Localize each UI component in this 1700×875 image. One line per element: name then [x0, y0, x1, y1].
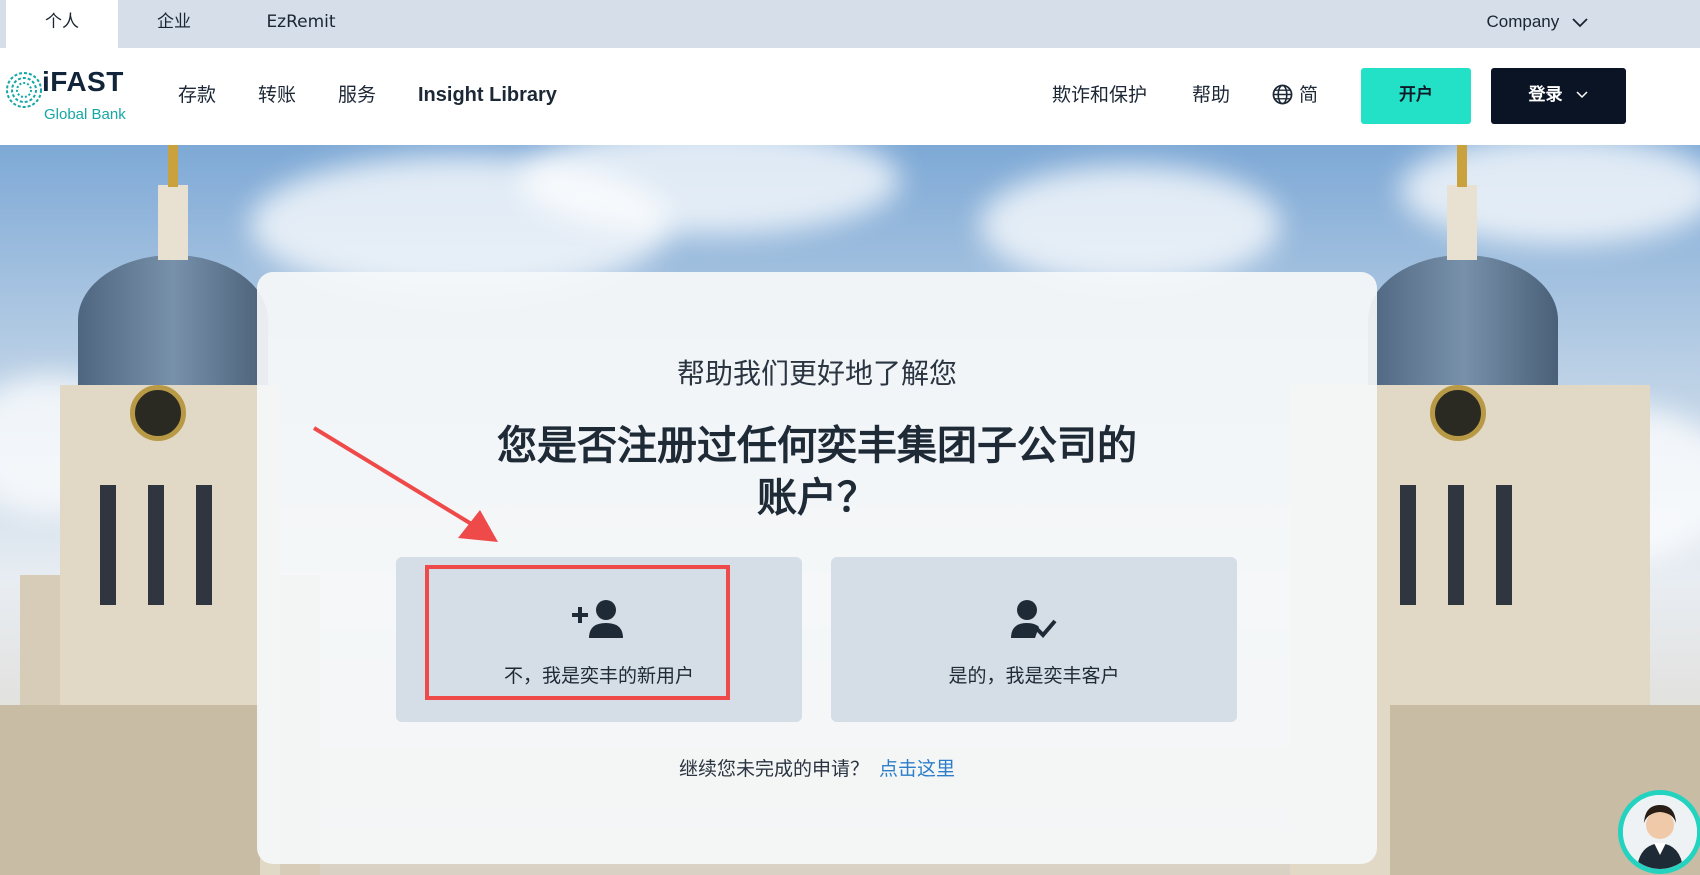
nav-deposit[interactable]: 存款: [178, 80, 216, 110]
ifast-logo[interactable]: iFAST Global Bank: [4, 58, 149, 134]
user-check-icon: [1011, 600, 1057, 638]
logo-mark-icon: [6, 72, 42, 108]
login-label: 登录: [1528, 85, 1563, 105]
login-button[interactable]: 登录: [1491, 68, 1626, 124]
option-existing-customer-label: 是的，我是奕丰客户: [948, 665, 1120, 687]
option-existing-customer[interactable]: 是的，我是奕丰客户: [831, 557, 1237, 722]
top-segment-bar: 个人 企业 EzRemit Company: [0, 0, 1700, 48]
question-line-1: 您是否注册过任何奕丰集团子公司的: [497, 423, 1137, 469]
nav-insight-library[interactable]: Insight Library: [418, 80, 557, 110]
chat-assistant-avatar[interactable]: [1618, 790, 1700, 874]
chevron-down-icon: [1572, 17, 1588, 27]
card-subtitle: 帮助我们更好地了解您: [676, 357, 957, 390]
nav-transfer[interactable]: 转账: [258, 80, 296, 110]
tab-ezremit[interactable]: EzRemit: [250, 0, 352, 48]
nav-help[interactable]: 帮助: [1192, 80, 1230, 110]
highlight-annotation-box: [425, 565, 730, 700]
annotation-arrow-icon: [312, 426, 498, 542]
company-label: Company: [1486, 12, 1560, 31]
tab-business[interactable]: 企业: [118, 0, 230, 48]
nav-services[interactable]: 服务: [338, 80, 376, 110]
continue-link[interactable]: 点击这里: [879, 758, 955, 780]
logo-wordmark: iFAST: [42, 66, 124, 97]
language-label: 简: [1299, 84, 1319, 106]
globe-icon: [1272, 84, 1293, 105]
tab-personal[interactable]: 个人: [6, 0, 118, 48]
card-question: 您是否注册过任何奕丰集团子公司的 账户？: [417, 420, 1217, 524]
nav-fraud-protection[interactable]: 欺诈和保护: [1052, 80, 1147, 110]
continue-text: 继续您未完成的申请？: [678, 758, 869, 780]
logo-subtitle: Global Bank: [44, 106, 126, 123]
question-line-2: 账户？: [757, 475, 877, 521]
continue-application: 继续您未完成的申请？ 点击这里: [257, 754, 1377, 781]
assistant-avatar-icon: [1623, 795, 1697, 869]
open-account-button[interactable]: 开户: [1361, 68, 1471, 124]
company-dropdown[interactable]: Company: [1487, 0, 1589, 44]
chevron-down-icon: [1576, 91, 1588, 99]
language-selector[interactable]: 简: [1272, 80, 1318, 110]
